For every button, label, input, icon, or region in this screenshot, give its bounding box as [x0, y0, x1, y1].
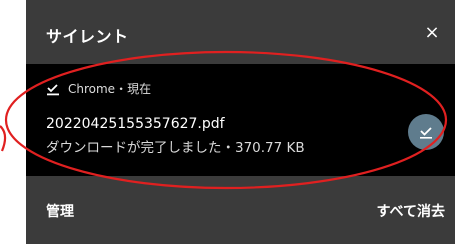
- file-name: 20220425155357627.pdf: [46, 116, 225, 132]
- file-size: 370.77 KB: [235, 140, 305, 156]
- download-action-button[interactable]: [408, 114, 444, 150]
- section-title: サイレント: [46, 27, 129, 46]
- status-separator: ・: [221, 140, 236, 156]
- close-button[interactable]: ×: [423, 24, 441, 42]
- close-icon: ×: [424, 22, 440, 43]
- notification-app-row: Chrome・現在: [46, 80, 151, 97]
- download-notification-card[interactable]: Chrome・現在 20220425155357627.pdf ダウンロードが完…: [26, 64, 455, 176]
- download-done-icon: [47, 83, 59, 95]
- app-name: Chrome・現在: [68, 82, 152, 96]
- notification-panel: サイレント × Chrome・現在 20220425155357627.pdf …: [26, 0, 455, 244]
- download-status: ダウンロードが完了しました: [46, 140, 222, 156]
- screenshot-stage: サイレント × Chrome・現在 20220425155357627.pdf …: [0, 0, 455, 244]
- download-status-line: ダウンロードが完了しました・370.77 KB: [46, 136, 305, 156]
- download-done-icon: [420, 127, 432, 139]
- manage-button[interactable]: 管理: [46, 201, 74, 221]
- clear-all-button[interactable]: すべて消去: [377, 201, 445, 221]
